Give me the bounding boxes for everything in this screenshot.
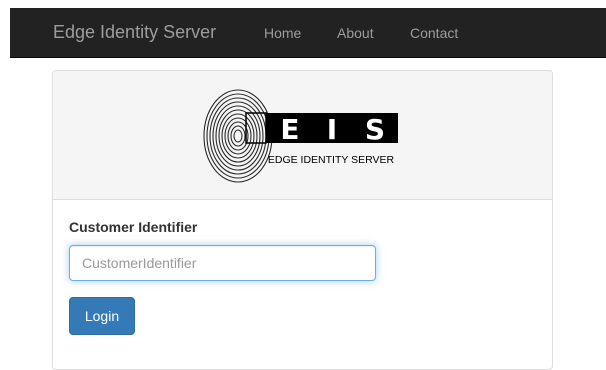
customer-identifier-label: Customer Identifier — [69, 219, 198, 235]
logo-letter-i: I — [327, 113, 337, 146]
customer-identifier-input[interactable] — [69, 245, 376, 281]
logo-caption: EDGE IDENTITY SERVER — [268, 154, 395, 166]
eis-logo: E I S EDGE IDENTITY SERVER — [203, 89, 398, 183]
nav-link-about[interactable]: About — [337, 8, 374, 58]
nav-link-home[interactable]: Home — [264, 8, 301, 58]
panel-heading: E I S EDGE IDENTITY SERVER — [53, 71, 552, 200]
login-button[interactable]: Login — [69, 297, 135, 335]
fingerprint-icon — [203, 89, 273, 183]
brand-link[interactable]: Edge Identity Server — [53, 8, 216, 58]
nav-link-contact[interactable]: Contact — [410, 8, 458, 58]
login-panel: E I S EDGE IDENTITY SERVER Customer Iden… — [52, 70, 553, 370]
logo-letter-e: E — [280, 113, 299, 146]
logo-letter-s: S — [365, 113, 385, 146]
top-navbar: Edge Identity Server Home About Contact — [10, 8, 606, 58]
